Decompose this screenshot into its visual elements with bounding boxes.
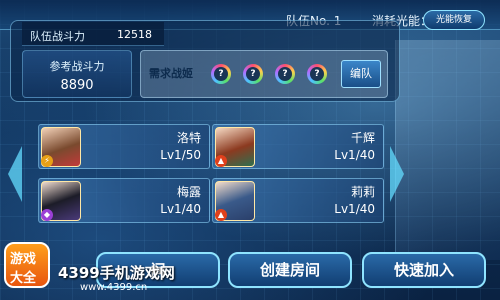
lightning-element-icon: ⚡ — [41, 155, 53, 167]
character-card-2[interactable]: ▲ 千辉 Lv1/40 — [212, 124, 384, 169]
watermark-text: 4399手机游戏网 — [58, 264, 175, 282]
character-name: 莉莉 — [350, 185, 375, 199]
team-power-value: 12518 — [117, 28, 152, 41]
required-slot-4[interactable]: ? — [307, 64, 327, 84]
character-name: 千辉 — [350, 131, 375, 145]
hangar-backdrop — [395, 40, 500, 260]
fire-element-icon: ▲ — [215, 209, 227, 221]
character-level: Lv1/40 — [160, 202, 201, 216]
previous-arrow-icon[interactable] — [8, 146, 22, 202]
watermark-url: www.4399.cn — [80, 282, 148, 293]
create-room-button[interactable]: 创建房间 — [228, 252, 352, 288]
character-card-1[interactable]: ⚡ 洛特 Lv1/50 — [38, 124, 210, 169]
required-characters-label: 需求战姬 — [149, 67, 193, 80]
character-name: 洛特 — [176, 131, 201, 145]
watermark-logo-line2: 大全 — [10, 271, 37, 286]
character-level: Lv1/40 — [334, 202, 375, 216]
question-icon: ? — [214, 67, 228, 81]
character-name: 梅露 — [176, 185, 201, 199]
character-level: Lv1/40 — [334, 148, 375, 162]
required-slot-1[interactable]: ? — [211, 64, 231, 84]
character-level: Lv1/50 — [160, 148, 201, 162]
question-icon: ? — [278, 67, 292, 81]
team-power-label: 队伍战斗力 — [30, 30, 85, 43]
fire-element-icon: ▲ — [215, 155, 227, 167]
team-power-row: 队伍战斗力 12518 — [22, 22, 164, 46]
character-card-4[interactable]: ▲ 莉莉 Lv1/40 — [212, 178, 384, 223]
quick-join-button[interactable]: 快速加入 — [362, 252, 486, 288]
reference-power-value: 8890 — [60, 78, 94, 93]
required-slot-2[interactable]: ? — [243, 64, 263, 84]
arcane-element-icon: ◆ — [41, 209, 53, 221]
required-characters-box: 需求战姬 ? ? ? ? 编队 — [140, 50, 388, 98]
reference-power-label: 参考战斗力 — [49, 60, 105, 73]
next-arrow-icon[interactable] — [390, 146, 404, 202]
energy-recover-button[interactable]: 光能恢复 — [423, 10, 485, 30]
watermark-logo: 游戏 大全 — [4, 242, 50, 288]
edit-team-button[interactable]: 编队 — [341, 60, 381, 88]
watermark-logo-line1: 游戏 — [10, 252, 37, 267]
character-card-3[interactable]: ◆ 梅露 Lv1/40 — [38, 178, 210, 223]
question-icon: ? — [246, 67, 260, 81]
reference-power-box: 参考战斗力 8890 — [22, 50, 132, 98]
required-slot-3[interactable]: ? — [275, 64, 295, 84]
question-icon: ? — [310, 67, 324, 81]
